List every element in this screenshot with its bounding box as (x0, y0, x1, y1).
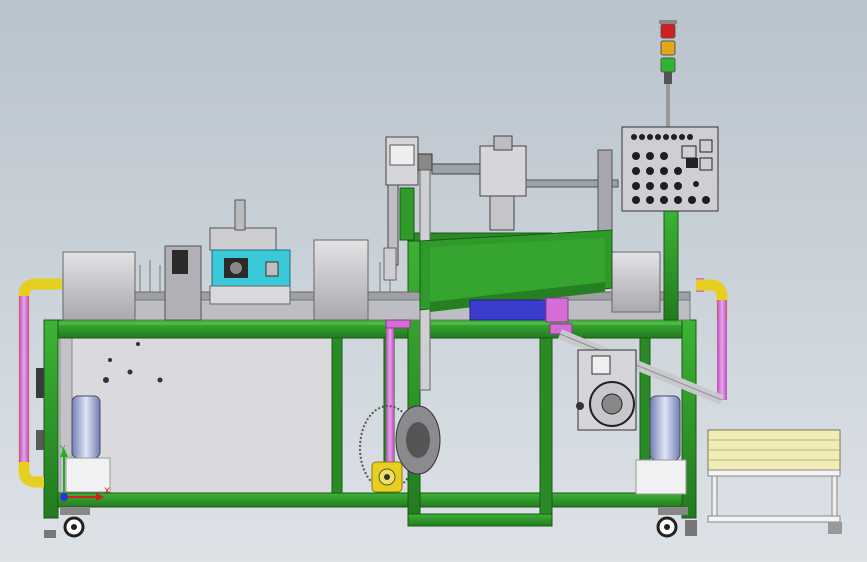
drive-motor (576, 349, 687, 495)
signal-tower (659, 20, 677, 128)
cad-viewport[interactable]: Y X (0, 0, 867, 562)
vacuum-blower (359, 405, 441, 493)
collection-bin (707, 429, 841, 523)
leveling-foot (828, 522, 842, 534)
x-axis-label: X (104, 487, 110, 497)
leveling-foot (44, 530, 56, 538)
y-axis-label: Y (59, 445, 66, 455)
caster-wheel (60, 507, 90, 538)
machine-drawing: Y X (18, 20, 842, 538)
